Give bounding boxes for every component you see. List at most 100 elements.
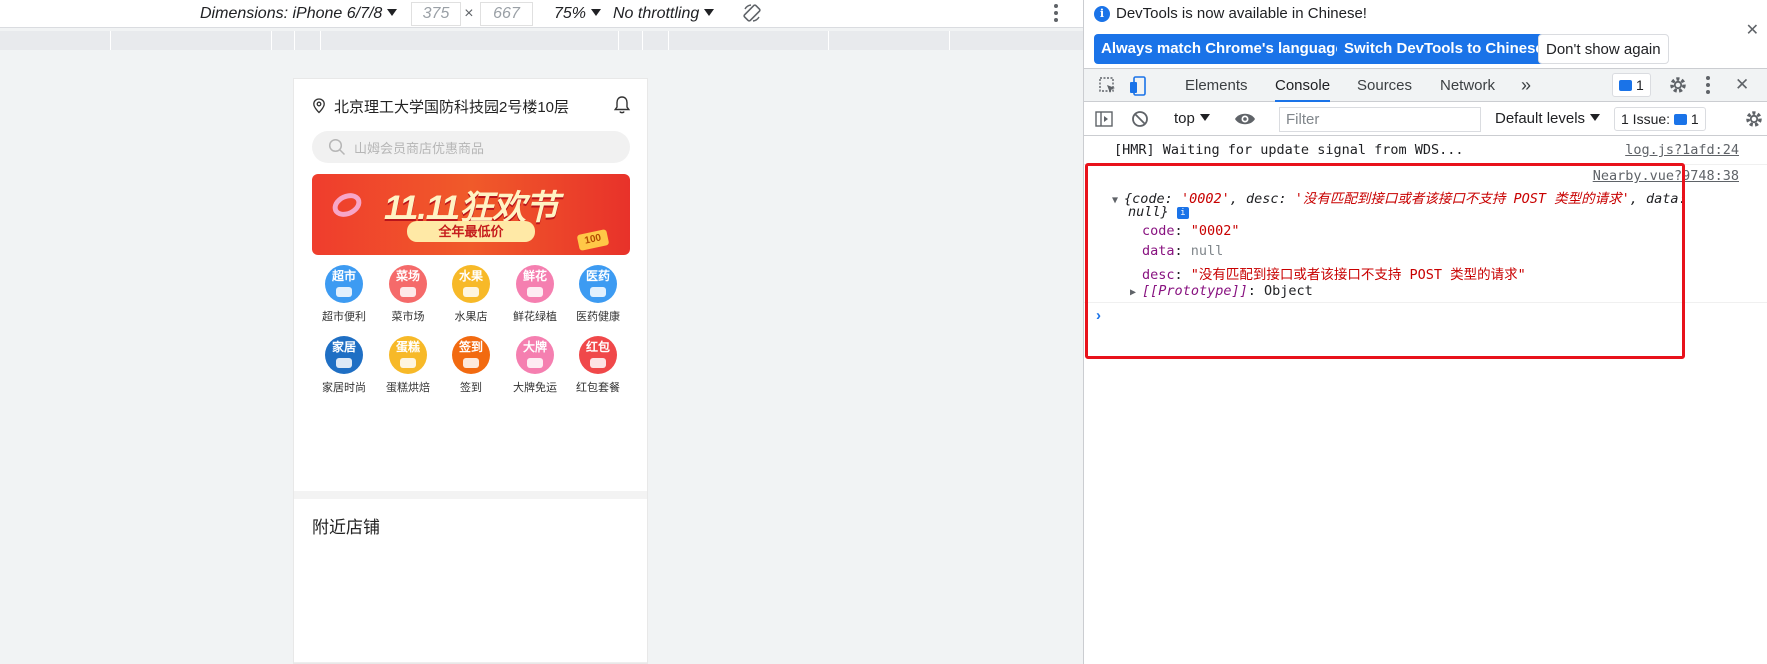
prop-desc-key: desc: [1142, 267, 1175, 283]
sidebar-toggle-icon[interactable]: [1094, 109, 1114, 134]
phone-bottom-edge: [294, 662, 647, 663]
expand-triangle-icon: ▼: [1112, 195, 1125, 206]
log-levels-select[interactable]: Default levels: [1495, 110, 1601, 127]
category-item[interactable]: 鲜花 鲜花绿植: [503, 265, 567, 324]
category-item[interactable]: 家居 家居时尚: [312, 336, 376, 395]
issues-button[interactable]: 1 Issue: 1: [1614, 107, 1706, 131]
close-devtools-icon[interactable]: ✕: [1735, 75, 1749, 95]
tab-elements[interactable]: Elements: [1185, 69, 1248, 102]
source-link-log[interactable]: log.js?1afd:24: [1625, 142, 1739, 158]
context-label: top: [1174, 110, 1195, 127]
throttling-label: No throttling: [613, 5, 700, 22]
promo-banner[interactable]: 11.11狂欢节 全年最低价 100: [312, 174, 630, 255]
ruler-segment[interactable]: [949, 31, 950, 50]
prop-desc: desc: "没有匹配到接口或者该接口不支持 POST 类型的请求": [1142, 267, 1526, 283]
more-options-icon[interactable]: [1053, 3, 1059, 25]
prop-code-value: "0002": [1190, 223, 1240, 239]
device-emulation-area: Dimensions: iPhone 6/7/8 375 × 667 75% N…: [0, 0, 1083, 664]
category-label: 大牌免运: [513, 382, 557, 394]
eye-icon[interactable]: [1234, 109, 1256, 134]
more-tabs-icon[interactable]: »: [1521, 69, 1531, 102]
category-glyph-icon: [336, 358, 352, 368]
ruler-segment[interactable]: [294, 31, 295, 50]
summary-desc-key: , desc:: [1229, 191, 1295, 207]
ruler-segment[interactable]: [642, 31, 643, 50]
category-icon-text: 菜场: [395, 269, 420, 283]
category-icon: 菜场: [389, 265, 427, 303]
category-icon: 蛋糕: [389, 336, 427, 374]
clear-console-icon[interactable]: [1130, 109, 1150, 134]
category-item[interactable]: 大牌 大牌免运: [503, 336, 567, 395]
chevron-down-icon: [704, 9, 715, 16]
log-levels-label: Default levels: [1495, 110, 1586, 127]
kebab-menu-icon[interactable]: [1705, 75, 1711, 100]
category-glyph-icon: [463, 287, 479, 297]
ruler-segment[interactable]: [320, 31, 321, 50]
category-icon: 签到: [452, 336, 490, 374]
prop-prototype[interactable]: ▶ [[Prototype]]: Object: [1130, 283, 1313, 299]
device-toolbar: Dimensions: iPhone 6/7/8 375 × 667 75% N…: [0, 0, 1083, 28]
tab-sources[interactable]: Sources: [1357, 69, 1412, 102]
category-item[interactable]: 医药 医药健康: [566, 265, 630, 324]
message-separator: [1084, 164, 1767, 165]
context-select[interactable]: top: [1174, 110, 1210, 127]
category-icon-text: 大牌: [522, 340, 547, 354]
switch-chinese-button[interactable]: Switch DevTools to Chinese: [1337, 34, 1551, 64]
category-item[interactable]: 签到 签到: [439, 336, 503, 395]
tab-network[interactable]: Network: [1440, 69, 1495, 102]
category-icon-text: 家居: [331, 340, 356, 354]
category-item[interactable]: 水果 水果店: [439, 265, 503, 324]
category-icon: 大牌: [516, 336, 554, 374]
console-prompt[interactable]: ›: [1096, 307, 1101, 324]
filter-input[interactable]: Filter: [1279, 107, 1481, 132]
gear-icon[interactable]: [1668, 75, 1688, 100]
category-glyph-icon: [400, 358, 416, 368]
category-glyph-icon: [527, 287, 543, 297]
device-dimensions-select[interactable]: Dimensions: iPhone 6/7/8: [200, 3, 398, 25]
device-height-input[interactable]: 667: [480, 2, 533, 26]
phone-viewport: 北京理工大学国防科技园2号楼10层 山姆会员商店优惠商品 11.11狂欢节 全年…: [293, 78, 648, 664]
throttling-select[interactable]: No throttling: [613, 3, 715, 25]
close-icon[interactable]: ✕: [1746, 20, 1759, 40]
bell-icon[interactable]: [613, 95, 631, 120]
location-bar[interactable]: 北京理工大学国防科技园2号楼10层: [312, 95, 569, 117]
tab-console[interactable]: Console: [1275, 69, 1331, 102]
console-settings-icon[interactable]: [1744, 109, 1764, 134]
category-label: 家居时尚: [322, 382, 366, 394]
section-title: 附近店铺: [312, 518, 380, 537]
object-summary[interactable]: ▼ {code: '0002', desc: '没有匹配到接口或者该接口不支持 …: [1112, 187, 1687, 207]
devtools-tabbar: Elements Console Sources Network » 1 ✕: [1084, 68, 1767, 102]
inspect-element-icon[interactable]: [1098, 76, 1118, 101]
times-label: ×: [464, 5, 474, 22]
device-toolbar-icon[interactable]: [1129, 75, 1149, 102]
rotate-icon[interactable]: [742, 3, 762, 25]
media-query-ruler: [0, 31, 1083, 50]
category-item[interactable]: 红包 红包套餐: [566, 336, 630, 395]
search-icon: [328, 138, 346, 156]
match-language-button[interactable]: Always match Chrome's language: [1094, 34, 1351, 64]
prop-desc-value: "没有匹配到接口或者该接口不支持 POST 类型的请求": [1190, 267, 1526, 283]
messages-badge[interactable]: 1: [1612, 73, 1651, 97]
ruler-segment[interactable]: [271, 31, 272, 50]
notice-text: DevTools is now available in Chinese!: [1116, 5, 1367, 22]
category-glyph-icon: [590, 358, 606, 368]
category-item[interactable]: 蛋糕 蛋糕烘焙: [376, 336, 440, 395]
summary-data-key: , data:: [1629, 191, 1687, 207]
location-pin-icon: [313, 98, 325, 114]
source-link-nearby[interactable]: Nearby.vue?9748:38: [1593, 168, 1739, 184]
object-summary-cont: null} i: [1128, 204, 1189, 220]
ruler-segment[interactable]: [668, 31, 669, 50]
device-width-input[interactable]: 375: [411, 2, 461, 26]
ruler-segment[interactable]: [110, 31, 111, 50]
ruler-segment[interactable]: [828, 31, 829, 50]
devtools-panel: i DevTools is now available in Chinese! …: [1083, 0, 1767, 664]
ruler-segment[interactable]: [618, 31, 619, 50]
category-item[interactable]: 菜场 菜市场: [376, 265, 440, 324]
category-icon-text: 医药: [585, 269, 610, 283]
zoom-select[interactable]: 75%: [554, 3, 602, 25]
category-item[interactable]: 超市 超市便利: [312, 265, 376, 324]
search-input[interactable]: 山姆会员商店优惠商品: [312, 131, 630, 163]
category-icon-text: 鲜花: [522, 269, 547, 283]
issue-icon: [1673, 114, 1687, 125]
dont-show-again-button[interactable]: Don't show again: [1538, 34, 1669, 64]
